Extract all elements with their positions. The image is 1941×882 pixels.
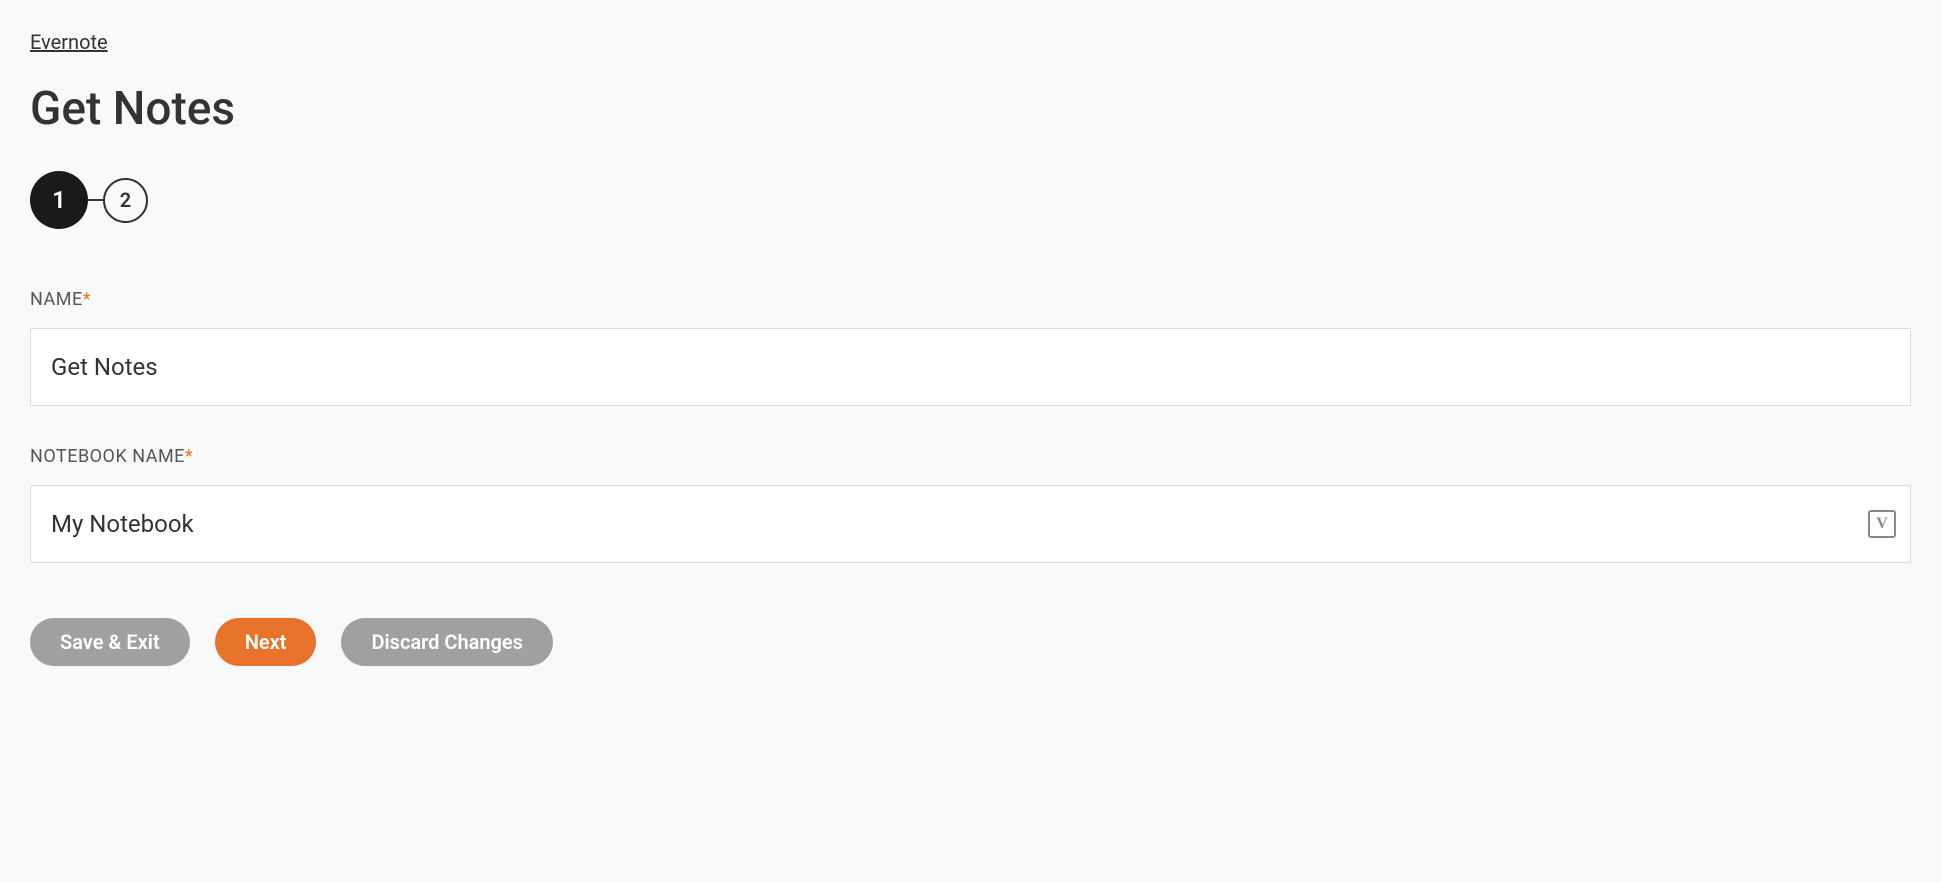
form-group-name: NAME*	[30, 289, 1911, 406]
notebook-label: NOTEBOOK NAME*	[30, 446, 1911, 467]
save-exit-button[interactable]: Save & Exit	[30, 618, 190, 666]
page-title: Get Notes	[30, 82, 1911, 136]
name-input[interactable]	[30, 328, 1911, 406]
breadcrumb-link[interactable]: Evernote	[30, 30, 108, 54]
required-mark: *	[185, 446, 193, 467]
step-connector	[88, 199, 103, 201]
variable-picker-icon[interactable]: V	[1868, 510, 1896, 538]
name-input-wrapper	[30, 328, 1911, 406]
required-mark: *	[83, 289, 91, 310]
name-label-text: NAME	[30, 289, 83, 310]
notebook-input-wrapper: V	[30, 485, 1911, 563]
discard-button[interactable]: Discard Changes	[341, 618, 553, 666]
notebook-input[interactable]	[30, 485, 1911, 563]
next-button[interactable]: Next	[215, 618, 317, 666]
notebook-label-text: NOTEBOOK NAME	[30, 446, 185, 467]
step-2[interactable]: 2	[103, 178, 148, 223]
step-1[interactable]: 1	[30, 171, 88, 229]
stepper: 1 2	[30, 171, 1911, 229]
form-group-notebook: NOTEBOOK NAME* V	[30, 446, 1911, 563]
name-label: NAME*	[30, 289, 1911, 310]
button-row: Save & Exit Next Discard Changes	[30, 618, 1911, 666]
